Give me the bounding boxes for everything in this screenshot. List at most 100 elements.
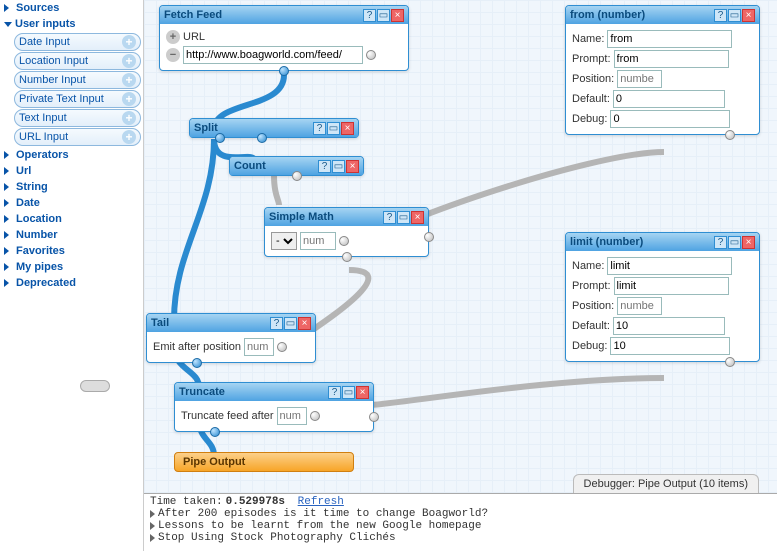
name-input[interactable] [607, 257, 732, 275]
node-limit-number[interactable]: limit (number) ?▭× Name: Prompt: Positio… [565, 232, 760, 362]
node-from-number[interactable]: from (number) ?▭× Name: Prompt: Position… [565, 5, 760, 135]
output-port[interactable] [257, 133, 267, 143]
help-icon[interactable]: ? [318, 160, 331, 173]
add-icon[interactable]: + [122, 92, 136, 106]
add-icon[interactable]: + [122, 73, 136, 87]
console-item[interactable]: After 200 episodes is it time to change … [150, 508, 771, 520]
close-icon[interactable]: × [742, 9, 755, 22]
pipe-canvas[interactable]: Fetch Feed ? ▭ × +URL − Split ?▭× [144, 0, 777, 551]
default-input[interactable] [613, 90, 725, 108]
help-icon[interactable]: ? [270, 317, 283, 330]
close-icon[interactable]: × [411, 211, 424, 224]
sidebar-item-number-input[interactable]: Number Input+ [14, 71, 141, 89]
help-icon[interactable]: ? [383, 211, 396, 224]
sidebar-resize-handle[interactable] [80, 380, 110, 392]
sidebar-section-user-inputs[interactable]: User inputs [0, 16, 143, 32]
prompt-input[interactable] [614, 277, 729, 295]
help-icon[interactable]: ? [363, 9, 376, 22]
close-icon[interactable]: × [298, 317, 311, 330]
refresh-link[interactable]: Refresh [298, 496, 344, 508]
output-port[interactable] [725, 130, 735, 140]
output-port[interactable] [192, 358, 202, 368]
node-header[interactable]: Fetch Feed ? ▭ × [160, 6, 408, 24]
name-input[interactable] [607, 30, 732, 48]
output-port[interactable] [424, 232, 434, 242]
add-icon[interactable]: + [122, 111, 136, 125]
close-icon[interactable]: × [742, 236, 755, 249]
minimize-icon[interactable]: ▭ [284, 317, 297, 330]
minimize-icon[interactable]: ▭ [377, 9, 390, 22]
sidebar-section-sources[interactable]: Sources [0, 0, 143, 16]
url-input[interactable] [183, 46, 363, 64]
add-icon[interactable]: + [122, 54, 136, 68]
sidebar-item-text-input[interactable]: Text Input+ [14, 109, 141, 127]
port-icon[interactable] [366, 50, 376, 60]
node-count[interactable]: Count ?▭× [229, 156, 364, 176]
minimize-icon[interactable]: ▭ [397, 211, 410, 224]
add-icon[interactable]: + [122, 130, 136, 144]
default-input[interactable] [613, 317, 725, 335]
node-header[interactable]: Simple Math ?▭× [265, 208, 428, 226]
operator-select[interactable]: - [271, 232, 297, 250]
output-port[interactable] [215, 133, 225, 143]
sidebar-section-url[interactable]: Url [0, 163, 143, 179]
output-port[interactable] [725, 357, 735, 367]
sidebar-section-location[interactable]: Location [0, 211, 143, 227]
minimize-icon[interactable]: ▭ [332, 160, 345, 173]
tail-value-input[interactable] [244, 338, 274, 356]
sidebar-section-string[interactable]: String [0, 179, 143, 195]
sidebar-section-number[interactable]: Number [0, 227, 143, 243]
position-input[interactable] [617, 297, 662, 315]
sidebar-item-url-input[interactable]: URL Input+ [14, 128, 141, 146]
help-icon[interactable]: ? [714, 236, 727, 249]
rhs-input[interactable] [300, 232, 336, 250]
help-icon[interactable]: ? [714, 9, 727, 22]
output-port[interactable] [292, 171, 302, 181]
node-fetch-feed[interactable]: Fetch Feed ? ▭ × +URL − [159, 5, 409, 71]
add-url-button[interactable]: + [166, 30, 180, 44]
node-tail[interactable]: Tail ?▭× Emit after position [146, 313, 316, 363]
node-header[interactable]: from (number) ?▭× [566, 6, 759, 24]
minimize-icon[interactable]: ▭ [327, 122, 340, 135]
node-split[interactable]: Split ?▭× [189, 118, 359, 138]
sidebar-item-location-input[interactable]: Location Input+ [14, 52, 141, 70]
node-header[interactable]: Tail ?▭× [147, 314, 315, 332]
console-item[interactable]: Lessons to be learnt from the new Google… [150, 520, 771, 532]
help-icon[interactable]: ? [313, 122, 326, 135]
node-truncate[interactable]: Truncate ?▭× Truncate feed after [174, 382, 374, 432]
sidebar-section-favorites[interactable]: Favorites [0, 243, 143, 259]
port-icon[interactable] [277, 342, 287, 352]
output-port[interactable] [210, 427, 220, 437]
add-icon[interactable]: + [122, 35, 136, 49]
node-pipe-output[interactable]: Pipe Output [174, 452, 354, 472]
node-header[interactable]: Truncate ?▭× [175, 383, 373, 401]
close-icon[interactable]: × [346, 160, 359, 173]
sidebar-section-deprecated[interactable]: Deprecated [0, 275, 143, 291]
port-icon[interactable] [339, 236, 349, 246]
output-port[interactable] [342, 252, 352, 262]
remove-url-button[interactable]: − [166, 48, 180, 62]
debugger-tab[interactable]: Debugger: Pipe Output (10 items) [573, 474, 759, 493]
debug-input[interactable] [610, 337, 730, 355]
close-icon[interactable]: × [391, 9, 404, 22]
prompt-input[interactable] [614, 50, 729, 68]
node-simple-math[interactable]: Simple Math ?▭× - [264, 207, 429, 257]
debug-input[interactable] [610, 110, 730, 128]
sidebar-section-date[interactable]: Date [0, 195, 143, 211]
port-icon[interactable] [310, 411, 320, 421]
sidebar-item-private-text-input[interactable]: Private Text Input+ [14, 90, 141, 108]
close-icon[interactable]: × [341, 122, 354, 135]
output-port[interactable] [279, 66, 289, 76]
help-icon[interactable]: ? [328, 386, 341, 399]
side-port[interactable] [369, 412, 379, 422]
console-item[interactable]: Stop Using Stock Photography Clichés [150, 532, 771, 544]
position-input[interactable] [617, 70, 662, 88]
minimize-icon[interactable]: ▭ [728, 9, 741, 22]
node-header[interactable]: limit (number) ?▭× [566, 233, 759, 251]
sidebar-section-my-pipes[interactable]: My pipes [0, 259, 143, 275]
truncate-value-input[interactable] [277, 407, 307, 425]
minimize-icon[interactable]: ▭ [728, 236, 741, 249]
sidebar-section-operators[interactable]: Operators [0, 147, 143, 163]
close-icon[interactable]: × [356, 386, 369, 399]
sidebar-item-date-input[interactable]: Date Input+ [14, 33, 141, 51]
